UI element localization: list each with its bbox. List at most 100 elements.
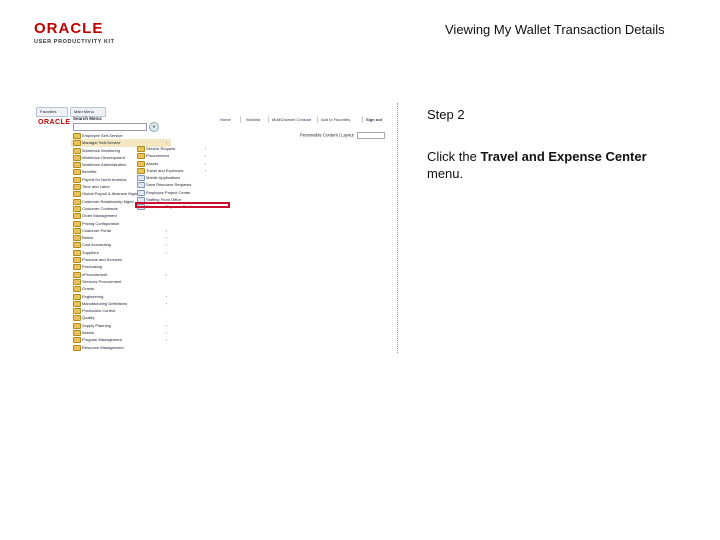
menu-item-label: Cost Accounting (82, 242, 111, 248)
folder-icon (73, 308, 81, 315)
submenu-item[interactable]: Travel and Expenses › (135, 167, 230, 174)
folder-icon (73, 147, 81, 154)
chevron-right-icon: › (165, 249, 167, 255)
personalize-link[interactable]: Personalize Content | Layout (300, 133, 354, 138)
page-icon (137, 175, 145, 182)
tab-favorites[interactable]: Favorites (36, 107, 68, 117)
folder-icon (73, 227, 81, 234)
main-menu-item[interactable]: Engineering › (71, 293, 171, 300)
screenshot-divider (396, 103, 398, 353)
nav-separator (268, 116, 269, 123)
menu-item-label: Services Procurement (82, 278, 122, 284)
chevron-right-icon: › (165, 300, 167, 306)
folder-icon (73, 213, 81, 220)
main-menu-item[interactable]: Pricing Configuration (71, 220, 171, 227)
folder-icon (73, 264, 81, 271)
main-menu-item[interactable]: Employee Self-Service (71, 132, 171, 139)
nav-sign-out-link[interactable]: Sign out (366, 115, 382, 124)
nav-multichannel-link[interactable]: MultiChannel Console (272, 115, 311, 124)
logo-subtitle: USER PRODUCTIVITY KIT (34, 39, 115, 45)
menu-item-label: Payroll for North America (82, 176, 127, 182)
menu-item-label: Workforce Monitoring (82, 147, 120, 153)
main-menu-item[interactable]: Assets › (71, 329, 171, 337)
menu-item-label: Travel and Expenses (146, 167, 184, 173)
main-menu-item[interactable]: Products and Services (71, 256, 171, 264)
menu-item-label: Manufacturing Definitions (82, 300, 128, 306)
menu-item-label: Workforce Development (82, 154, 125, 160)
menu-item-label: Global Payroll & Absence Mgmt (82, 191, 139, 197)
menu-item-label: Mobile Applications (146, 175, 181, 181)
folder-icon (73, 249, 81, 256)
main-menu-item[interactable]: Purchasing (71, 263, 171, 271)
main-menu-item[interactable]: Suppliers › (71, 249, 171, 256)
menu-item-label: Benefits (82, 169, 97, 175)
page-icon (137, 182, 145, 189)
main-menu-item[interactable]: Customer Portal › (71, 227, 171, 234)
instruction-prefix: Click the (427, 149, 481, 164)
chevron-right-icon: › (165, 330, 167, 336)
page-icon (137, 189, 145, 196)
chevron-right-icon: › (165, 242, 167, 248)
main-menu-item[interactable]: Banks › (71, 234, 171, 242)
folder-icon (73, 286, 81, 293)
menu-item-label: Workforce Administration (82, 162, 127, 168)
submenu-item[interactable]: Service Request › (135, 145, 230, 152)
chevron-right-icon: › (165, 235, 167, 241)
folder-icon (137, 146, 145, 152)
nav-worklist-link[interactable]: Worklist (246, 115, 260, 124)
submenu-item[interactable]: Mobile Applications (135, 174, 230, 182)
search-icon[interactable]: » (149, 122, 159, 132)
folder-icon (73, 293, 81, 300)
menu-item-label: Program Management (82, 337, 122, 343)
main-menu-item[interactable]: Grants (71, 285, 171, 293)
folder-icon (73, 235, 81, 242)
submenu-item[interactable]: Procurement › (135, 152, 230, 160)
folder-icon (73, 176, 81, 183)
menu-item-label: Order Management (82, 213, 117, 219)
nav-add-favorites-link[interactable]: Add to Favorites (321, 115, 350, 124)
main-menu-item[interactable]: Program Management › (71, 336, 171, 344)
nav-separator (317, 116, 318, 123)
step-label: Step 2 (427, 107, 465, 122)
folder-icon (137, 167, 145, 174)
menu-item-label: Customer Contracts (82, 205, 118, 211)
menu-item-label: Quality (82, 315, 95, 321)
folder-icon (73, 162, 81, 169)
menu-item-label: Banks (82, 235, 94, 241)
main-menu-item[interactable]: Quality (71, 314, 171, 322)
submenu-item[interactable]: Save Resource Requests (135, 181, 230, 189)
nav-separator (362, 116, 363, 123)
folder-icon (137, 153, 145, 160)
main-menu-item[interactable]: Services Procurement (71, 278, 171, 285)
app-screenshot: Favorites Main Menu ORACLE Home Worklist… (36, 103, 398, 353)
main-menu-item[interactable]: Production Control (71, 307, 171, 315)
instruction-text: Click the Travel and Expense Center menu… (427, 148, 667, 182)
menu-item-label: Engineering (82, 293, 104, 299)
main-menu-item[interactable]: Resource Management (71, 344, 171, 351)
folder-icon (73, 300, 81, 307)
personalize-content: Personalize Content | Layout (300, 132, 385, 139)
folder-icon (73, 184, 81, 191)
folder-icon (137, 160, 145, 167)
instruction-target: Travel and Expense Center (480, 149, 647, 164)
menu-item-label: Grants (82, 286, 95, 292)
nav-home-link[interactable]: Home (220, 115, 231, 124)
folder-icon (73, 154, 81, 161)
main-menu-item[interactable]: Order Management (71, 212, 171, 220)
main-menu-item[interactable]: Supply Planning › (71, 322, 171, 329)
main-menu-item[interactable]: Manufacturing Definitions › (71, 300, 171, 307)
search-menu-input[interactable] (73, 123, 147, 131)
submenu-item[interactable]: Employee Project Center (135, 189, 230, 196)
main-menu-item[interactable]: Cost Accounting › (71, 241, 171, 249)
chevron-right-icon: › (204, 146, 206, 151)
personalize-box (356, 132, 385, 139)
chevron-right-icon: › (204, 160, 206, 166)
menu-item-label: Purchasing (82, 264, 103, 270)
menu-item-label: Time and Labor (82, 184, 110, 190)
folder-icon (73, 205, 81, 212)
folder-icon (73, 344, 81, 351)
search-menu-label: Search Menu: (73, 116, 103, 121)
submenu-item[interactable]: Assets › (135, 160, 230, 167)
main-menu-item[interactable]: eProcurement › (71, 271, 171, 278)
menu-item-label: eProcurement (82, 271, 108, 277)
